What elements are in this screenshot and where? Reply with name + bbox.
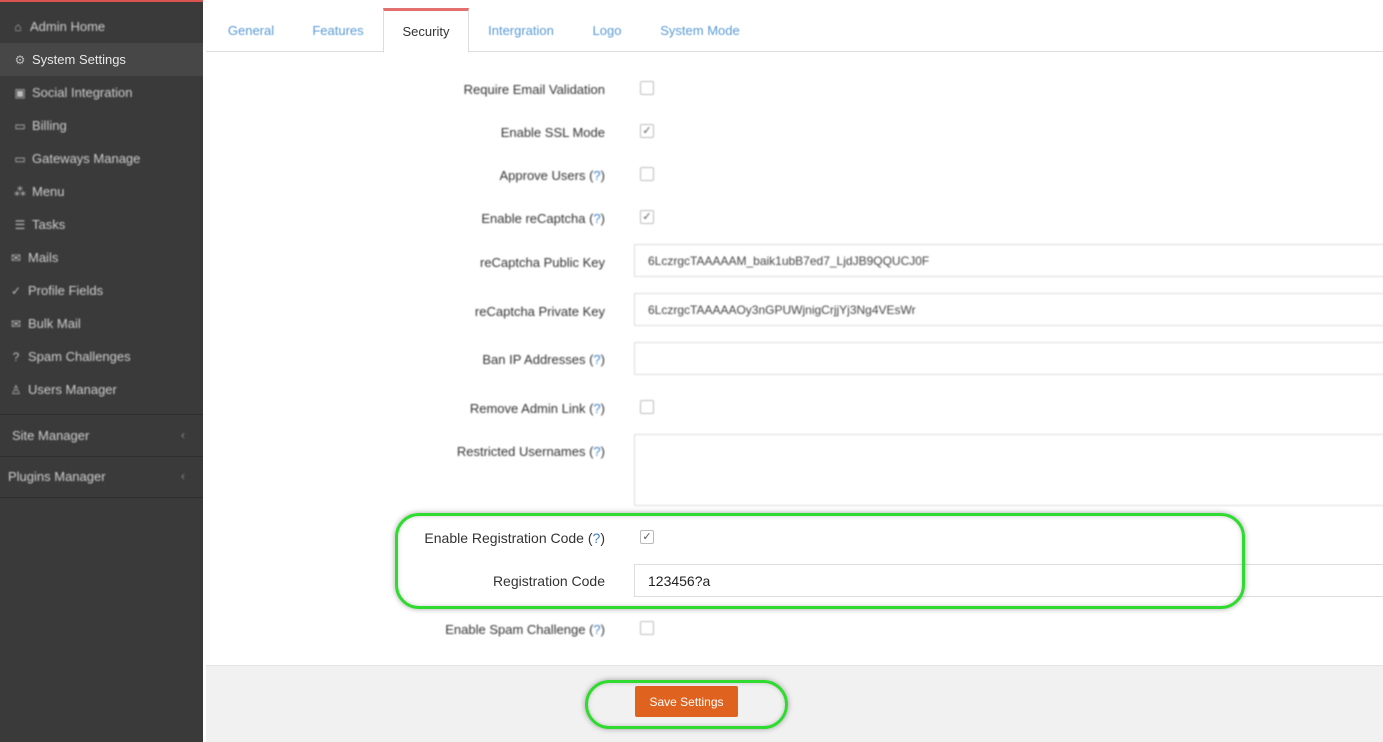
- sidebar-group-site-manager[interactable]: Site Manager ‹: [0, 415, 203, 455]
- sidebar-item-label: System Settings: [32, 52, 126, 67]
- sidebar-group-label: Site Manager: [12, 427, 90, 443]
- sidebar-item-label: Billing: [32, 118, 67, 133]
- registration-code-input[interactable]: 123456?a: [634, 564, 1383, 597]
- help-link[interactable]: ?: [593, 622, 600, 637]
- enable-spam-challenge-checkbox[interactable]: [640, 621, 654, 635]
- sidebar-divider: [0, 497, 203, 498]
- mail-icon: ✉: [10, 250, 22, 265]
- sidebar-item-label: Gateways Manage: [32, 151, 141, 166]
- restricted-usernames-label: Restricted Usernames (?): [456, 444, 605, 459]
- sidebar-item-tasks[interactable]: ☰ Tasks: [0, 208, 203, 241]
- help-link[interactable]: ?: [593, 530, 601, 546]
- help-link[interactable]: ?: [593, 211, 600, 226]
- remove-admin-link-checkbox[interactable]: [640, 400, 654, 414]
- question-circle-icon: ?: [12, 349, 20, 364]
- require-email-validation-label: Require Email Validation: [463, 82, 605, 97]
- require-email-validation-checkbox[interactable]: [640, 81, 654, 95]
- sidebar-item-users-manager[interactable]: ♙ Users Manager: [0, 373, 203, 406]
- sidebar-item-gateways-manage[interactable]: ▭ Gateways Manage: [0, 142, 203, 175]
- sidebar-item-menu[interactable]: ⁂ Menu: [0, 175, 203, 208]
- sidebar-item-label: Bulk Mail: [28, 316, 81, 331]
- sitemap-icon: ⁂: [14, 184, 26, 199]
- sidebar-item-profile-fields[interactable]: ✓ Profile Fields: [0, 274, 203, 307]
- sidebar-group-plugins-manager[interactable]: Plugins Manager ‹: [0, 456, 203, 496]
- help-link[interactable]: ?: [593, 352, 600, 367]
- enable-ssl-checkbox[interactable]: ✓: [640, 124, 654, 138]
- sidebar-item-label: Mails: [28, 250, 59, 265]
- sidebar-item-system-settings[interactable]: ⚙ System Settings: [0, 43, 203, 76]
- user-icon: ♙: [10, 382, 22, 397]
- enable-recaptcha-checkbox[interactable]: ✓: [640, 210, 654, 224]
- enable-registration-code-checkbox[interactable]: ✓: [640, 530, 654, 544]
- enable-registration-code-label: Enable Registration Code (?): [424, 530, 605, 546]
- chevron-left-icon: ‹: [181, 469, 185, 483]
- save-settings-button[interactable]: Save Settings: [635, 686, 738, 717]
- sidebar-item-social-integration[interactable]: ▣ Social Integration: [0, 76, 203, 109]
- gear-icon: ⚙: [14, 52, 26, 67]
- sidebar-item-bulk-mail[interactable]: ✉ Bulk Mail: [0, 307, 203, 340]
- sidebar-item-label: Spam Challenges: [28, 349, 131, 364]
- sidebar-item-billing[interactable]: ▭ Billing: [0, 109, 203, 142]
- sidebar: ⌂ Admin Home ⚙ System Settings ▣ Social …: [0, 0, 203, 742]
- home-icon: ⌂: [14, 19, 22, 34]
- check-icon: ✓: [642, 210, 652, 223]
- sidebar-item-label: Menu: [32, 184, 65, 199]
- tab-integration[interactable]: Intergration: [476, 8, 566, 52]
- chevron-left-icon: ‹: [181, 428, 185, 442]
- social-icon: ▣: [14, 85, 26, 100]
- tab-general[interactable]: General: [220, 8, 282, 52]
- approve-users-checkbox[interactable]: [640, 167, 654, 181]
- tab-features[interactable]: Features: [302, 8, 374, 52]
- sidebar-item-mails[interactable]: ✉ Mails: [0, 241, 203, 274]
- settings-tabs: General Features Security Intergration L…: [206, 0, 1383, 53]
- check-icon: ✓: [642, 530, 652, 543]
- ban-ip-label: Ban IP Addresses (?): [482, 352, 605, 367]
- check-circle-icon: ✓: [10, 283, 22, 298]
- sidebar-group-label: Plugins Manager: [8, 468, 106, 484]
- restricted-usernames-textarea[interactable]: [634, 434, 1383, 506]
- sidebar-item-admin-home[interactable]: ⌂ Admin Home: [0, 10, 203, 43]
- registration-code-label: Registration Code: [492, 573, 605, 589]
- help-link[interactable]: ?: [593, 401, 600, 416]
- tab-logo[interactable]: Logo: [582, 8, 632, 52]
- sidebar-item-label: Profile Fields: [28, 283, 104, 298]
- recaptcha-public-key-label: reCaptcha Public Key: [479, 255, 605, 270]
- form-footer: [206, 665, 1383, 742]
- check-icon: ✓: [642, 124, 652, 137]
- sidebar-item-spam-challenges[interactable]: ? Spam Challenges: [0, 340, 203, 373]
- sidebar-item-label: Users Manager: [28, 382, 117, 397]
- help-link[interactable]: ?: [593, 444, 600, 459]
- sidebar-item-label: Tasks: [32, 217, 66, 232]
- tab-security[interactable]: Security: [383, 8, 469, 53]
- remove-admin-link-label: Remove Admin Link (?): [469, 401, 605, 416]
- enable-ssl-label: Enable SSL Mode: [500, 125, 605, 140]
- enable-recaptcha-label: Enable reCaptcha (?): [481, 211, 605, 226]
- card-icon: ▭: [14, 118, 26, 133]
- card-icon: ▭: [14, 151, 26, 166]
- recaptcha-public-key-input[interactable]: 6LczrgcTAAAAAM_baik1ubB7ed7_LjdJB9QQUCJ0…: [634, 244, 1383, 277]
- recaptcha-private-key-input[interactable]: 6LczrgcTAAAAAOy3nGPUWjnigCrjjYj3Ng4VEsWr: [634, 293, 1383, 326]
- approve-users-label: Approve Users (?): [499, 168, 605, 183]
- enable-spam-challenge-label: Enable Spam Challenge (?): [445, 622, 605, 637]
- recaptcha-private-key-label: reCaptcha Private Key: [474, 304, 605, 319]
- sidebar-item-label: Social Integration: [32, 85, 133, 100]
- mail-icon: ✉: [10, 316, 22, 331]
- sidebar-item-label: Admin Home: [30, 19, 106, 34]
- help-link[interactable]: ?: [593, 168, 600, 183]
- list-icon: ☰: [14, 217, 26, 232]
- ban-ip-input[interactable]: [634, 342, 1383, 375]
- tab-system-mode[interactable]: System Mode: [650, 8, 750, 52]
